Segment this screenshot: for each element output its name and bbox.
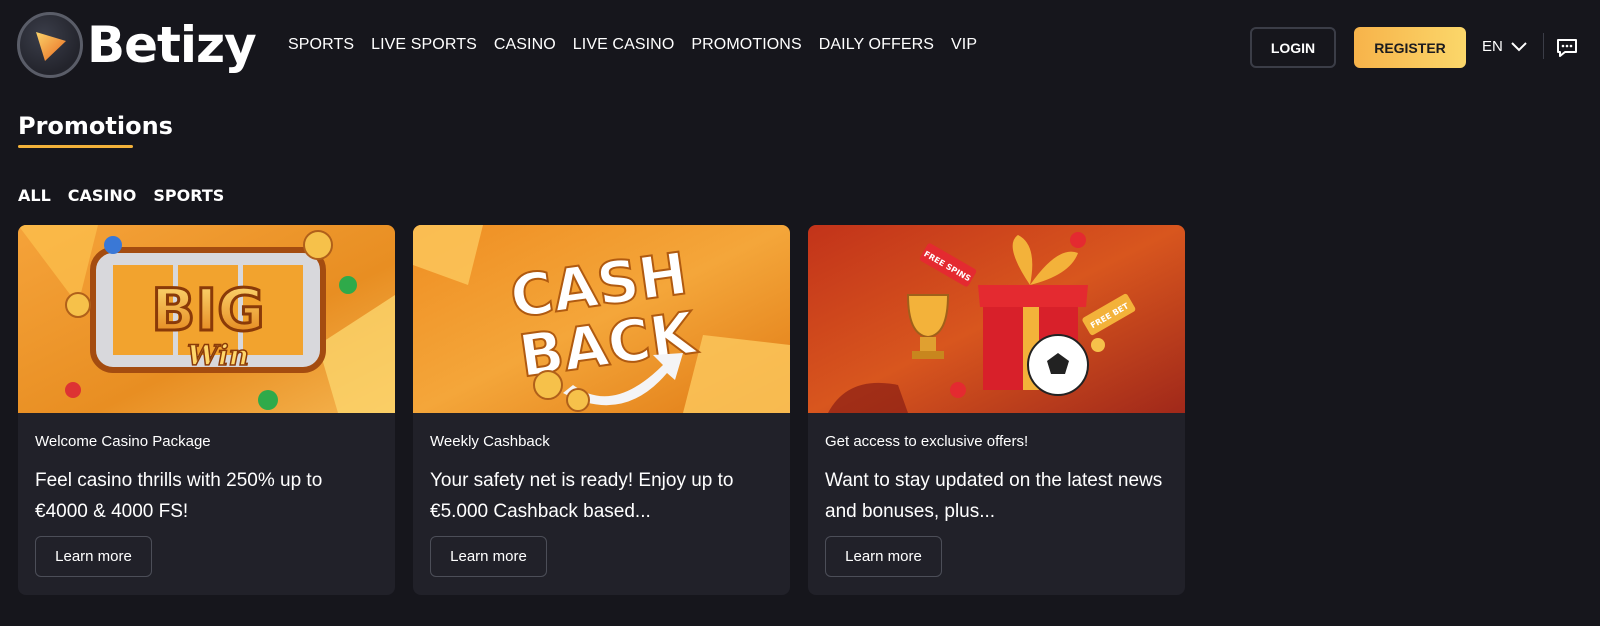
chat-icon[interactable] — [1556, 38, 1578, 58]
card-description: Want to stay updated on the latest news … — [825, 470, 1163, 522]
nav-daily-offers[interactable]: DAILY OFFERS — [819, 36, 934, 54]
main-nav: SPORTS LIVE SPORTS CASINO LIVE CASINO PR… — [288, 36, 994, 54]
language-selector[interactable]: EN — [1482, 38, 1527, 55]
page-title: Promotions — [18, 112, 173, 140]
nav-promotions[interactable]: PROMOTIONS — [691, 36, 801, 54]
banner-big-text: BIG — [151, 276, 264, 344]
header: Betizy SPORTS LIVE SPORTS CASINO LIVE CA… — [0, 0, 1600, 92]
logo[interactable]: Betizy — [17, 12, 257, 78]
header-divider — [1543, 33, 1544, 59]
promo-filters: ALL CASINO SPORTS — [18, 186, 241, 205]
promo-card[interactable]: BIG Win Welcome Casino Package Feel casi… — [18, 225, 395, 595]
login-button[interactable]: LOGIN — [1250, 27, 1336, 68]
promo-card[interactable]: FREE SPINS FREE BET Get access to exclus… — [808, 225, 1185, 595]
nav-sports[interactable]: SPORTS — [288, 36, 354, 54]
card-description: Your safety net is ready! Enjoy up to €5… — [430, 470, 734, 522]
nav-live-casino[interactable]: LIVE CASINO — [573, 36, 675, 54]
register-button[interactable]: REGISTER — [1354, 27, 1466, 68]
card-description: Feel casino thrills with 250% up to €400… — [35, 470, 323, 522]
nav-vip[interactable]: VIP — [951, 36, 977, 54]
learn-more-button[interactable]: Learn more — [430, 536, 547, 577]
exclusive-offers-banner-image: FREE SPINS FREE BET — [808, 225, 1185, 413]
card-category: Weekly Cashback — [430, 433, 550, 450]
cashback-banner-image: CASH BACK — [413, 225, 790, 413]
title-underline — [18, 145, 133, 148]
promo-card[interactable]: CASH BACK Weekly Cashback Your safety ne… — [413, 225, 790, 595]
learn-more-button[interactable]: Learn more — [825, 536, 942, 577]
banner-win-text: Win — [187, 339, 249, 372]
filter-sports[interactable]: SPORTS — [153, 186, 224, 205]
filter-casino[interactable]: CASINO — [68, 186, 137, 205]
learn-more-button[interactable]: Learn more — [35, 536, 152, 577]
play-logo-icon — [17, 12, 83, 78]
filter-all[interactable]: ALL — [18, 186, 51, 205]
nav-casino[interactable]: CASINO — [494, 36, 556, 54]
card-category: Welcome Casino Package — [35, 433, 211, 450]
card-category: Get access to exclusive offers! — [825, 433, 1029, 450]
language-label: EN — [1482, 38, 1503, 55]
nav-live-sports[interactable]: LIVE SPORTS — [371, 36, 477, 54]
brand-name: Betizy — [87, 16, 257, 74]
chevron-down-icon — [1511, 41, 1527, 51]
big-win-banner-image: BIG Win — [18, 225, 395, 413]
